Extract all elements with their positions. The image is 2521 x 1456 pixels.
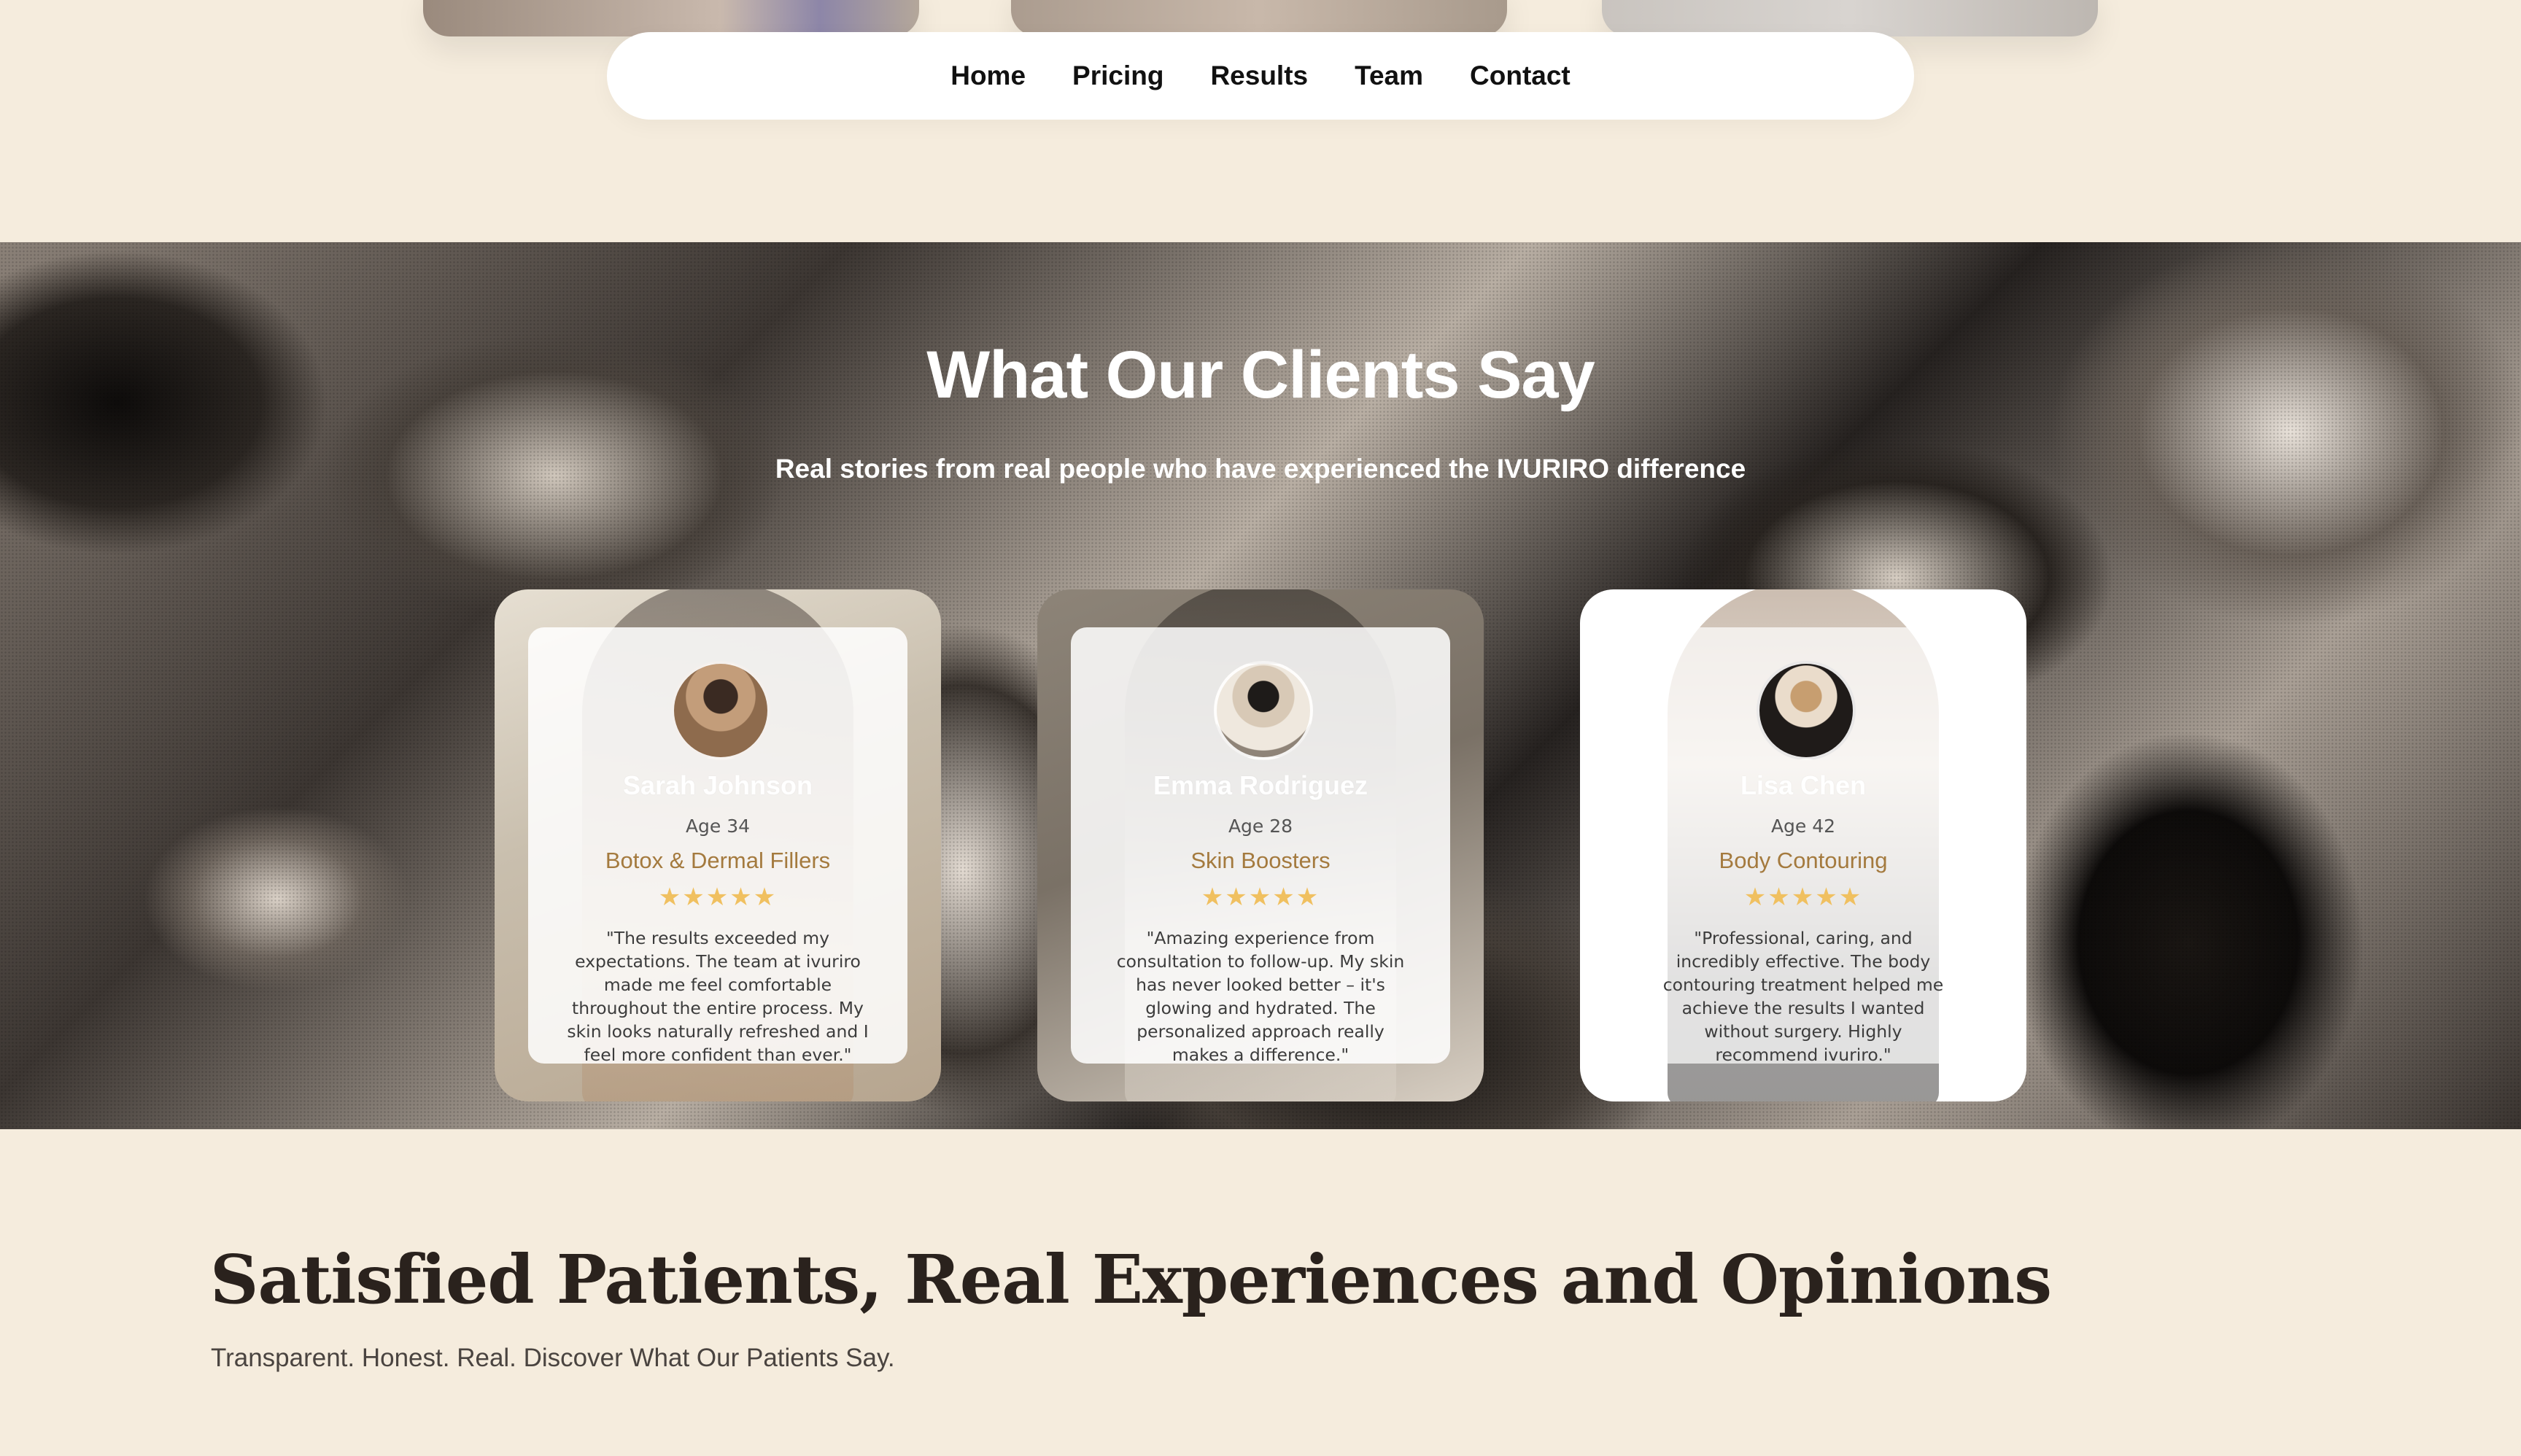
star-rating: ★★★★★ [1201, 883, 1320, 912]
section-subtitle: Transparent. Honest. Real. Discover What… [211, 1344, 895, 1372]
client-name: Lisa Chen [1740, 770, 1867, 800]
section-title: Satisfied Patients, Real Experiences and… [210, 1240, 2052, 1319]
star-rating: ★★★★★ [658, 883, 778, 912]
treatment-name: Botox & Dermal Fillers [605, 848, 831, 873]
top-image-thumbnail [1011, 0, 1507, 36]
treatment-name: Body Contouring [1719, 848, 1888, 873]
testimonial-quote: "Amazing experience from consultation to… [1116, 928, 1405, 1065]
avatar [1757, 661, 1856, 760]
testimonial-content: Sarah Johnson Age 34 Botox & Dermal Fill… [528, 627, 907, 1065]
avatar [1214, 661, 1313, 760]
main-navigation: Home Pricing Results Team Contact [607, 32, 1914, 120]
nav-team-link[interactable]: Team [1355, 61, 1423, 91]
nav-home-link[interactable]: Home [950, 61, 1026, 91]
client-name: Emma Rodriguez [1153, 770, 1368, 800]
testimonial-content: Lisa Chen Age 42 Body Contouring ★★★★★ "… [1614, 627, 1993, 1065]
client-age: Age 28 [1228, 816, 1293, 837]
testimonial-card[interactable]: Sarah Johnson Age 34 Botox & Dermal Fill… [495, 589, 941, 1101]
nav-pricing-link[interactable]: Pricing [1072, 61, 1163, 91]
testimonials-subtitle: Real stories from real people who have e… [775, 454, 1746, 484]
nav-contact-link[interactable]: Contact [1470, 61, 1571, 91]
testimonials-title: What Our Clients Say [926, 338, 1595, 412]
client-name: Sarah Johnson [622, 770, 813, 800]
nav-results-link[interactable]: Results [1210, 61, 1308, 91]
testimonial-card[interactable]: Emma Rodriguez Age 28 Skin Boosters ★★★★… [1037, 589, 1484, 1101]
client-age: Age 34 [685, 816, 751, 837]
testimonial-card[interactable]: Lisa Chen Age 42 Body Contouring ★★★★★ "… [1580, 589, 2026, 1101]
star-rating: ★★★★★ [1743, 883, 1863, 912]
client-age: Age 42 [1770, 816, 1836, 837]
top-image-thumbnail [1602, 0, 2098, 36]
testimonial-quote: "Professional, caring, and incredibly ef… [1662, 928, 1944, 1065]
avatar [671, 661, 770, 760]
testimonials-section: What Our Clients Say Real stories from r… [0, 242, 2521, 1129]
testimonial-content: Emma Rodriguez Age 28 Skin Boosters ★★★★… [1071, 627, 1450, 1065]
top-image-thumbnail [423, 0, 919, 36]
treatment-name: Skin Boosters [1190, 848, 1331, 873]
testimonial-quote: "The results exceeded my expectations. T… [567, 928, 869, 1065]
